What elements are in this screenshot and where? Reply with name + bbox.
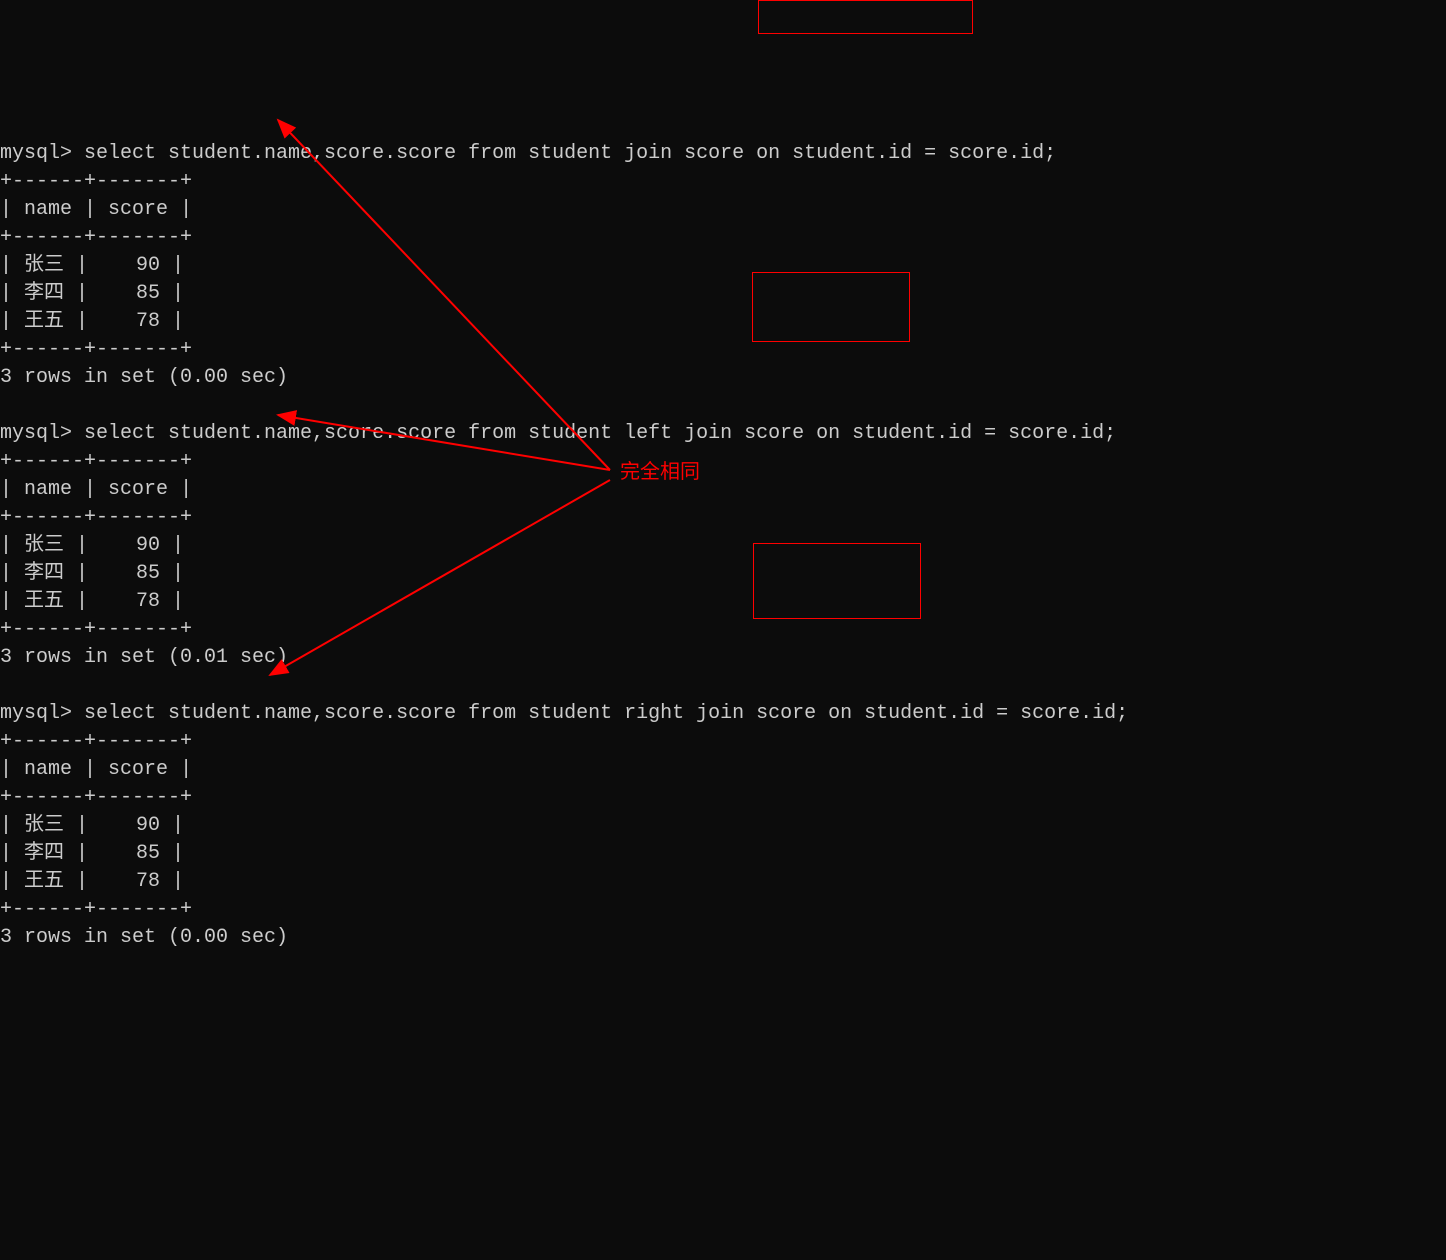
mysql-prompt: mysql> <box>0 702 84 725</box>
cell: 张三 <box>24 254 64 277</box>
sql-query-1: select student.name,score.score from stu… <box>84 142 1056 165</box>
cell: 90 <box>136 534 160 557</box>
col-score: score <box>108 478 168 501</box>
result-footer: 3 rows in set (0.00 sec) <box>0 366 288 389</box>
cell: 张三 <box>24 534 64 557</box>
cell: 张三 <box>24 814 64 837</box>
annotation-label: 完全相同 <box>620 458 700 486</box>
cell: 85 <box>136 842 160 865</box>
col-score: score <box>108 198 168 221</box>
highlight-box-1 <box>758 0 973 34</box>
cell: 85 <box>136 282 160 305</box>
cell: 李四 <box>24 562 64 585</box>
col-score: score <box>108 758 168 781</box>
col-name: name <box>24 758 72 781</box>
mysql-prompt: mysql> <box>0 422 84 445</box>
highlight-box-3 <box>753 543 921 619</box>
result-footer: 3 rows in set (0.01 sec) <box>0 646 288 669</box>
cell: 李四 <box>24 842 64 865</box>
col-name: name <box>24 198 72 221</box>
sql-query-3: select student.name,score.score from stu… <box>84 702 1128 725</box>
cell: 78 <box>136 590 160 613</box>
terminal-output: mysql> select student.name,score.score f… <box>0 112 1446 952</box>
cell: 王五 <box>24 590 64 613</box>
highlight-box-2 <box>752 272 910 342</box>
result-footer: 3 rows in set (0.00 sec) <box>0 926 288 949</box>
cell: 李四 <box>24 282 64 305</box>
cell: 85 <box>136 562 160 585</box>
cell: 78 <box>136 870 160 893</box>
mysql-prompt: mysql> <box>0 142 84 165</box>
cell: 90 <box>136 254 160 277</box>
cell: 王五 <box>24 870 64 893</box>
col-name: name <box>24 478 72 501</box>
sql-query-2: select student.name,score.score from stu… <box>84 422 1116 445</box>
cell: 78 <box>136 310 160 333</box>
cell: 王五 <box>24 310 64 333</box>
cell: 90 <box>136 814 160 837</box>
